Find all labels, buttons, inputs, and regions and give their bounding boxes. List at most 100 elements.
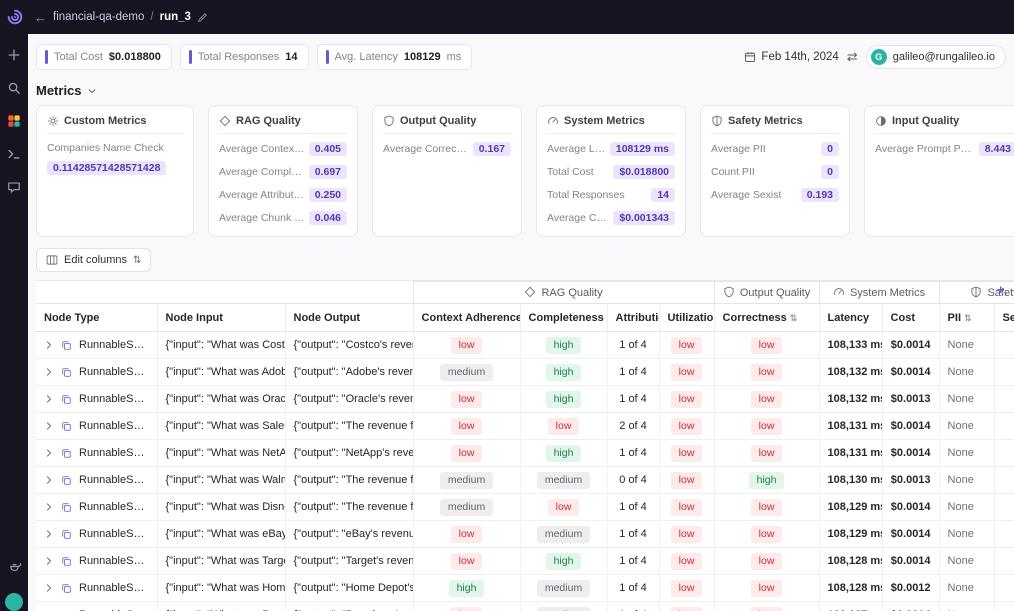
cell-attribution: 1 of 4 (607, 521, 659, 548)
column-header-utilization[interactable]: Utilization (659, 304, 714, 332)
metric-value-badge: 0.697 (309, 165, 347, 179)
metric-card-system-metrics: System MetricsAverage Latency108129 msTo… (536, 105, 686, 237)
column-header-cost[interactable]: Cost (882, 304, 939, 332)
expand-row-icon[interactable] (44, 529, 54, 539)
breadcrumb: ← financial-qa-demo / run_3 (34, 10, 208, 25)
copy-icon[interactable] (61, 421, 72, 432)
node-type-label: RunnableSequence (79, 474, 149, 486)
cell-correctness: low (714, 440, 819, 467)
compare-runs-icon[interactable]: ⇄ (847, 49, 858, 65)
table-row[interactable]: RunnableSequence{"input": "What was Broa… (36, 602, 1014, 611)
column-header-completeness[interactable]: Completeness⇅ (520, 304, 607, 332)
copy-icon[interactable] (61, 475, 72, 486)
add-icon[interactable] (7, 48, 21, 62)
cell-context-adherence: low (413, 602, 520, 611)
add-column-button[interactable] (995, 284, 1008, 297)
table-row[interactable]: RunnableSequence{"input": "What was Sale… (36, 413, 1014, 440)
table-row[interactable]: RunnableSequence{"input": "What was eBay… (36, 521, 1014, 548)
table-row[interactable]: RunnableSequence{"input": "What was Cost… (36, 332, 1014, 359)
cell-pii: None (939, 602, 994, 611)
cell-cost: $0.0014 (882, 521, 939, 548)
table-row[interactable]: RunnableSequence{"input": "What was Adob… (36, 359, 1014, 386)
column-header-latency[interactable]: Latency (819, 304, 882, 332)
table-row[interactable]: RunnableSequence{"input": "What was NetA… (36, 440, 1014, 467)
lamp-icon[interactable] (7, 559, 22, 574)
expand-row-icon[interactable] (44, 502, 54, 512)
cell-latency: 108,127 ms (819, 602, 882, 611)
back-arrow-icon[interactable]: ← (34, 10, 47, 25)
edit-pencil-icon[interactable] (197, 12, 208, 23)
user-menu[interactable]: G galileo@rungalileo.io (866, 45, 1006, 69)
column-header-node-output[interactable]: Node Output (285, 304, 413, 332)
utilization-badge: low (671, 391, 703, 408)
column-header-sexist[interactable]: Sexist⇅ (994, 304, 1014, 332)
metrics-title: Metrics (36, 83, 82, 98)
metric-value-badge: $0.001343 (613, 211, 675, 225)
cell-utilization: low (659, 494, 714, 521)
copy-icon[interactable] (61, 394, 72, 405)
breadcrumb-project[interactable]: financial-qa-demo (53, 11, 144, 23)
completeness-badge: medium (537, 580, 590, 597)
expand-row-icon[interactable] (44, 448, 54, 458)
metrics-section-toggle[interactable]: Metrics (36, 83, 1014, 98)
cell-node-type: RunnableSequence (36, 575, 157, 602)
metric-row-total-cost: Total Cost$0.018800 (547, 160, 675, 183)
copy-icon[interactable] (61, 529, 72, 540)
intercom-bubble[interactable] (5, 593, 23, 611)
cell-attribution: 1 of 4 (607, 494, 659, 521)
console-icon[interactable] (7, 147, 21, 161)
copy-icon[interactable] (61, 448, 72, 459)
cell-utilization: low (659, 548, 714, 575)
column-header-pii[interactable]: PII⇅ (939, 304, 994, 332)
table-row[interactable]: RunnableSequence{"input": "What was Targ… (36, 548, 1014, 575)
expand-row-icon[interactable] (44, 394, 54, 404)
expand-row-icon[interactable] (44, 583, 54, 593)
sort-icon[interactable]: ⇅ (790, 313, 798, 323)
column-header-node-input[interactable]: Node Input (157, 304, 285, 332)
cell-node-input: {"input": "What was Broadcom'... (157, 602, 285, 611)
cell-pii: None (939, 521, 994, 548)
expand-row-icon[interactable] (44, 556, 54, 566)
cell-node-type: RunnableSequence (36, 413, 157, 440)
correctness-badge: low (751, 337, 783, 354)
sort-icon[interactable]: ⇅ (964, 313, 972, 323)
date-picker[interactable]: Feb 14th, 2024 (744, 51, 838, 63)
search-icon[interactable] (7, 81, 21, 95)
context-adherence-badge: low (451, 337, 483, 354)
expand-row-icon[interactable] (44, 475, 54, 485)
cell-node-type: RunnableSequence (36, 602, 157, 611)
cell-node-input: {"input": "What was Target's re... (157, 548, 285, 575)
expand-row-icon[interactable] (44, 367, 54, 377)
column-header-correctness[interactable]: Correctness⇅ (714, 304, 819, 332)
expand-row-icon[interactable] (44, 340, 54, 350)
table-row[interactable]: RunnableSequence{"input": "What was Home… (36, 575, 1014, 602)
cell-sexist (994, 440, 1014, 467)
column-header-node-type[interactable]: Node Type (36, 304, 157, 332)
column-header-context-adherence[interactable]: Context Adherence⇅ (413, 304, 520, 332)
column-header-attribution[interactable]: Attribution (607, 304, 659, 332)
table-row[interactable]: RunnableSequence{"input": "What was Disn… (36, 494, 1014, 521)
copy-icon[interactable] (61, 502, 72, 513)
feedback-icon[interactable] (7, 180, 21, 194)
table-row[interactable]: RunnableSequence{"input": "What was Orac… (36, 386, 1014, 413)
completeness-badge: medium (537, 526, 590, 543)
card-title: RAG Quality (236, 115, 301, 127)
edit-columns-button[interactable]: Edit columns ⇅ (36, 248, 151, 272)
copy-icon[interactable] (61, 367, 72, 378)
node-type-label: RunnableSequence (79, 501, 149, 513)
utilization-badge: low (671, 499, 703, 516)
diamond-icon (524, 286, 536, 298)
copy-icon[interactable] (61, 340, 72, 351)
modules-icon[interactable] (7, 114, 21, 128)
total-responses-chip: Total Responses 14 (180, 44, 309, 70)
metric-value-badge: 8.443 (979, 142, 1014, 156)
expand-row-icon[interactable] (44, 421, 54, 431)
total-responses-value: 14 (285, 51, 297, 63)
column-group-output-quality: Output Quality (714, 282, 819, 304)
copy-icon[interactable] (61, 583, 72, 594)
metric-row-total-responses: Total Responses14 (547, 183, 675, 206)
table-row[interactable]: RunnableSequence{"input": "What was Walm… (36, 467, 1014, 494)
context-adherence-badge: medium (440, 472, 493, 489)
copy-icon[interactable] (61, 556, 72, 567)
galileo-logo[interactable] (0, 8, 30, 26)
